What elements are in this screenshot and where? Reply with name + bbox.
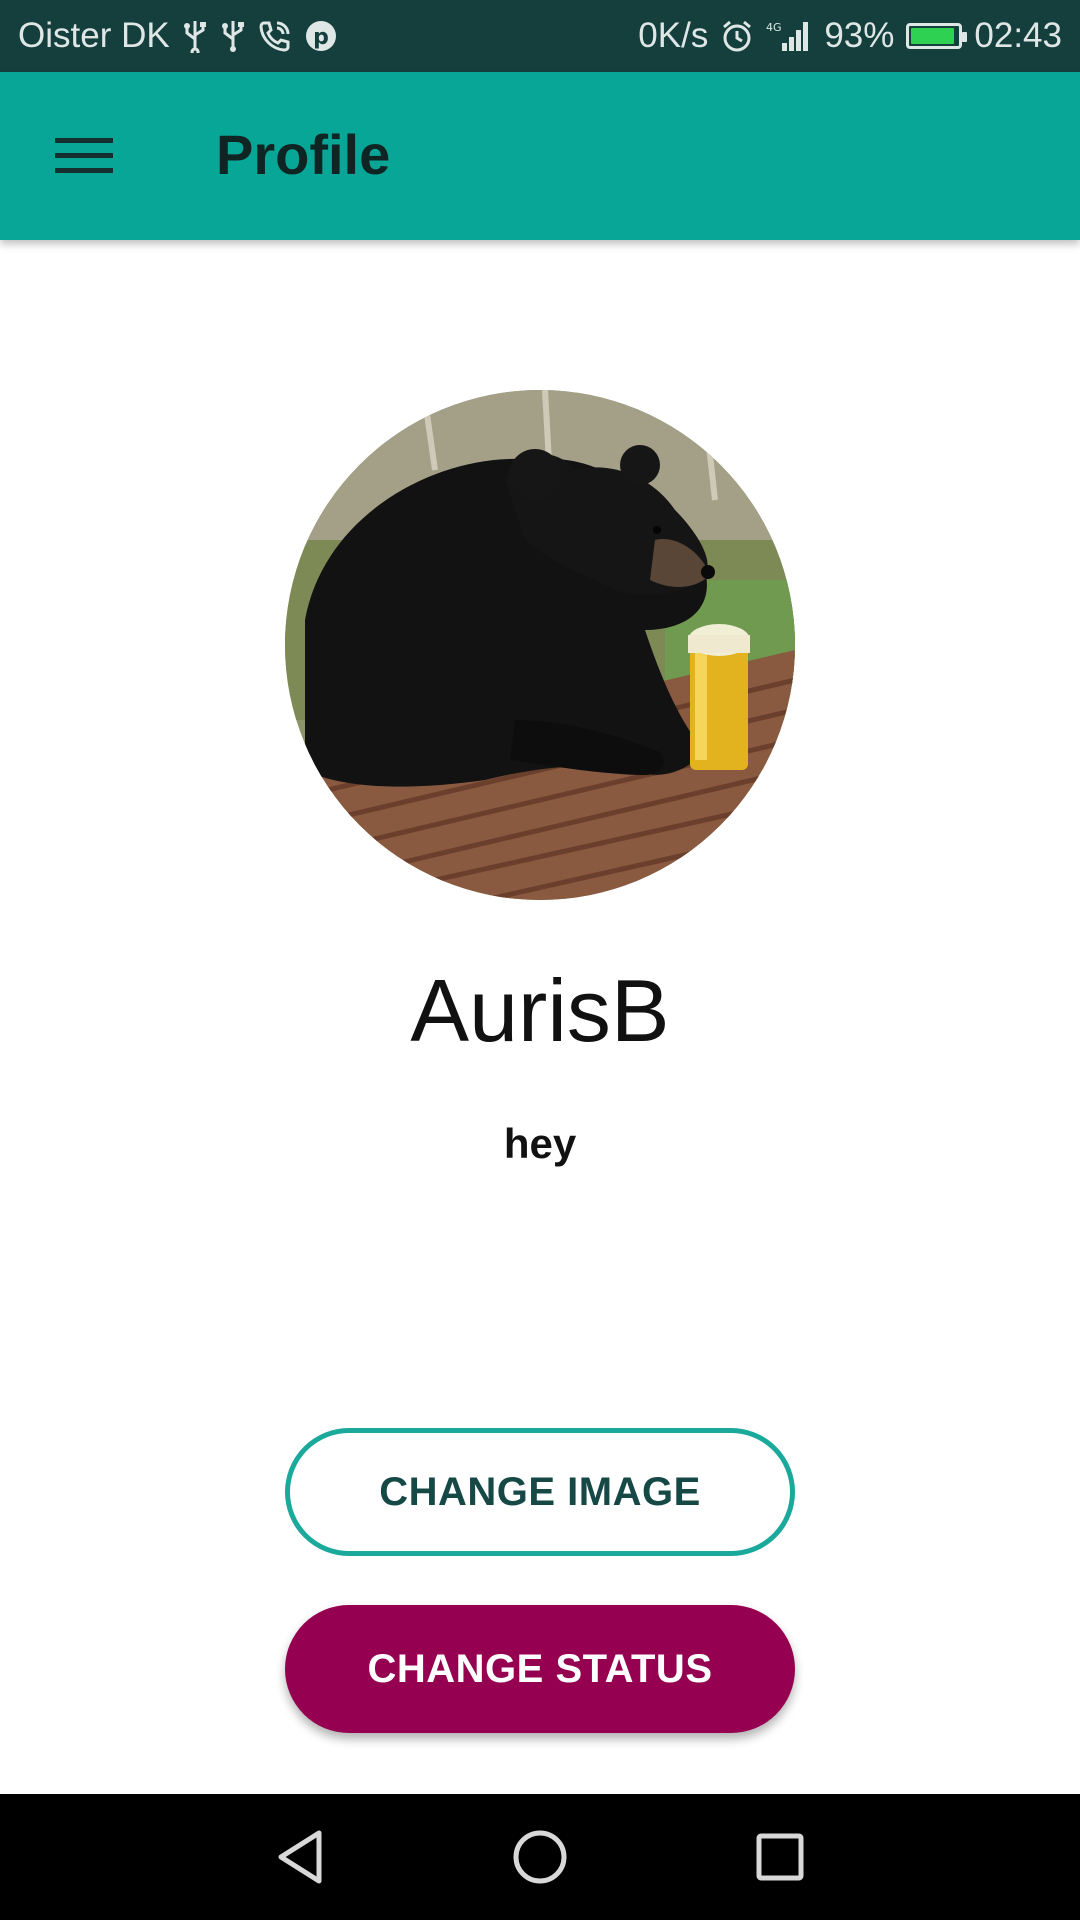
svg-text:p: p bbox=[313, 25, 329, 50]
hamburger-menu-icon[interactable] bbox=[40, 116, 128, 196]
pinterest-icon: p bbox=[304, 16, 338, 56]
usb-icon bbox=[220, 16, 246, 56]
recents-square-icon[interactable] bbox=[745, 1822, 815, 1892]
username: AurisB bbox=[410, 961, 670, 1060]
status-bar-left: Oister DK p bbox=[18, 16, 338, 56]
change-image-button[interactable]: CHANGE IMAGE bbox=[285, 1428, 795, 1556]
usb-icon bbox=[182, 16, 208, 56]
battery-icon bbox=[906, 23, 968, 49]
user-status: hey bbox=[503, 1120, 577, 1167]
status-bar-right: 0K/s 4G 93% 02:43 bbox=[638, 16, 1062, 56]
clock: 02:43 bbox=[974, 16, 1062, 55]
signal-icon: 4G bbox=[766, 16, 812, 56]
wifi-calling-icon bbox=[258, 16, 292, 56]
home-circle-icon[interactable] bbox=[505, 1822, 575, 1892]
svg-text:4G: 4G bbox=[766, 21, 782, 34]
back-triangle-icon[interactable] bbox=[265, 1822, 335, 1892]
status-bar: Oister DK p 0K/s 4G 93% 02:43 bbox=[0, 0, 1080, 72]
profile-avatar bbox=[285, 390, 795, 900]
battery-percent: 93% bbox=[824, 16, 895, 55]
alarm-icon bbox=[720, 16, 754, 56]
battery-level bbox=[911, 28, 955, 44]
profile-screen: Oister DK p 0K/s 4G 93% 02:43 Profile Au… bbox=[0, 0, 1080, 1920]
page-title: Profile bbox=[216, 123, 391, 186]
network-speed: 0K/s bbox=[638, 16, 709, 55]
app-bar: Profile bbox=[0, 72, 1080, 240]
system-nav-bar bbox=[0, 1794, 1080, 1920]
carrier-name: Oister DK bbox=[18, 16, 170, 55]
change-status-button[interactable]: CHANGE STATUS bbox=[285, 1605, 795, 1733]
